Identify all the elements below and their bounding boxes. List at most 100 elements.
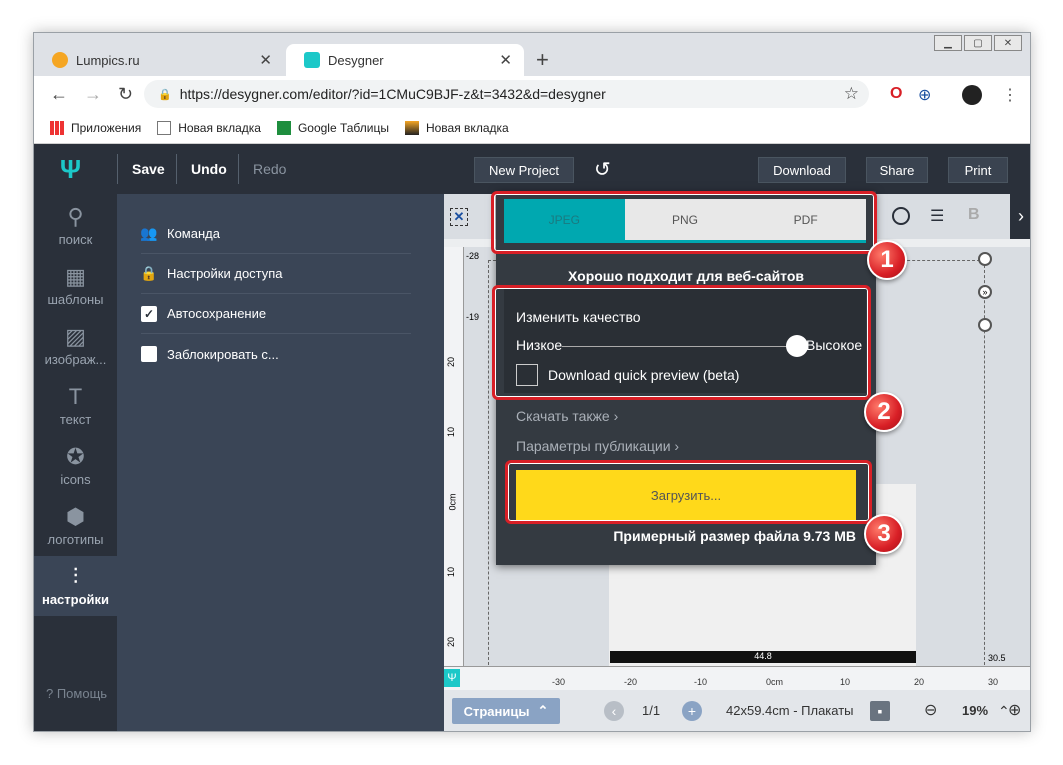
sidebar-item-text[interactable]: Tтекст — [34, 382, 117, 434]
zoom-level[interactable]: 19% — [962, 703, 988, 718]
save-button[interactable]: Save — [132, 144, 165, 194]
url-field[interactable]: 🔒 https://desygner.com/editor/?id=1CMuC9… — [144, 80, 869, 108]
new-project-button[interactable]: New Project — [474, 157, 574, 183]
ruler-label: -30 — [552, 677, 566, 687]
pages-label: Страницы — [463, 703, 530, 719]
sidebar-item-templates[interactable]: ▦ шаблоны — [34, 262, 117, 314]
bookmark-label: Новая вкладка — [425, 120, 509, 135]
reload-icon[interactable]: ↻ — [118, 84, 133, 105]
page-icon — [157, 120, 172, 135]
bookmark-star-icon[interactable]: ☆ — [844, 84, 859, 104]
image-icon — [404, 120, 419, 135]
ruler-label: 20 — [446, 356, 457, 368]
bookmark-label: Google Таблицы — [297, 120, 389, 135]
step-badge-2: 2 — [864, 392, 904, 432]
back-icon[interactable]: ← — [50, 84, 68, 105]
redo-button[interactable]: Redo — [253, 144, 286, 194]
pages-button[interactable]: Страницы ⌃ — [452, 698, 560, 724]
search-icon: ⚲ — [67, 204, 84, 229]
circle-shape-icon[interactable] — [892, 207, 910, 225]
forward-icon[interactable]: → — [84, 84, 102, 105]
download-also-link[interactable]: Скачать также › — [516, 408, 618, 424]
close-tab-icon[interactable]: ✕ — [499, 51, 512, 69]
help-link[interactable]: ? Помощь — [46, 686, 107, 701]
bold-icon[interactable]: B — [968, 206, 980, 224]
width-label: 44.8 — [754, 651, 772, 661]
checkbox-checked-icon: ✓ — [141, 305, 157, 322]
resize-icon[interactable]: ▪ — [870, 701, 890, 721]
ruler-label: 20 — [446, 636, 457, 648]
tab-lumpics[interactable]: Lumpics.ru ✕ — [34, 44, 284, 76]
menu-icon[interactable]: ⋮ — [1002, 85, 1018, 105]
sidebar-item-label: логотипы — [47, 532, 104, 547]
editor-topbar: Ψ Save Undo Redo New Project ↺ Download … — [34, 144, 1030, 194]
resize-handle[interactable] — [978, 252, 992, 266]
highlight-format — [491, 191, 877, 254]
brand-icon: Ψ — [444, 669, 460, 687]
undo-button[interactable]: Undo — [191, 144, 227, 194]
zoom-in-icon[interactable]: ⊕ — [1008, 700, 1021, 720]
lock-icon: 🔒 — [140, 265, 158, 281]
highlight-quality — [492, 285, 871, 400]
vpn-icon[interactable]: ⊕ — [918, 85, 931, 105]
sidebar-item-logos[interactable]: ⬢ логотипы — [34, 502, 117, 554]
sidebar-item-label: настройки — [41, 592, 110, 607]
align-icon[interactable]: ☰ — [930, 206, 944, 226]
ruler-label: 30.5 — [988, 653, 1006, 663]
print-button[interactable]: Print — [948, 157, 1008, 183]
ruler-label: 0cm — [766, 677, 784, 687]
bookmark-sheets[interactable]: Google Таблицы — [276, 120, 389, 135]
tab-desygner[interactable]: Desygner ✕ — [286, 44, 524, 76]
tab-label: Desygner — [328, 52, 384, 68]
sidebar-item-settings[interactable]: ⫶ настройки — [34, 556, 117, 616]
sidebar-item-label: icons — [60, 472, 91, 487]
chevron-right-icon[interactable]: › — [1010, 194, 1030, 239]
close-window-icon[interactable]: ✕ — [994, 35, 1022, 51]
bookmark-newtab-2[interactable]: Новая вкладка — [404, 120, 509, 135]
divider — [176, 154, 177, 184]
history-icon[interactable]: ↺ — [594, 144, 611, 194]
left-sidebar: ⚲ поиск ▦ шаблоны ▨ изображ... Tтекст ✪ icon… — [34, 194, 117, 731]
download-button[interactable]: Download — [758, 157, 846, 183]
image-icon: ▨ — [65, 324, 86, 349]
apps-icon — [50, 120, 64, 135]
address-bar-row: ← → ↻ 🔒 https://desygner.com/editor/?id=… — [34, 76, 1030, 112]
sidebar-item-icons[interactable]: ✪ icons — [34, 442, 117, 494]
settings-item-label: Автосохранение — [167, 306, 267, 321]
sidebar-item-images[interactable]: ▨ изображ... — [34, 322, 117, 374]
ruler-label: -10 — [694, 677, 708, 687]
share-button[interactable]: Share — [866, 157, 928, 183]
bookmark-label: Новая вкладка — [178, 120, 261, 135]
desygner-logo-icon[interactable]: Ψ — [60, 154, 81, 185]
new-tab-icon[interactable]: + — [536, 47, 549, 73]
add-page-icon[interactable]: + — [682, 701, 702, 721]
url-text: https://desygner.com/editor/?id=1CMuC9BJ… — [179, 86, 606, 102]
highlight-download — [505, 460, 872, 524]
deselect-icon[interactable]: ✕ — [450, 208, 468, 226]
settings-item-access[interactable]: 🔒 Настройки доступа — [140, 254, 411, 294]
lock-icon: 🔒 — [158, 88, 172, 101]
resize-handle[interactable] — [978, 318, 992, 332]
step-badge-3: 3 — [864, 514, 904, 554]
rotate-handle-icon[interactable]: » — [978, 285, 992, 299]
left-ruler: -28 -19 20 10 0cm 10 20 — [444, 247, 479, 690]
prev-page-icon[interactable]: ‹ — [604, 701, 624, 721]
settings-item-autosave[interactable]: ✓ Автосохранение — [141, 294, 411, 334]
ruler-label: 30 — [988, 677, 999, 687]
zoom-out-icon[interactable]: ⊖ — [924, 700, 937, 720]
profile-avatar[interactable] — [962, 85, 982, 105]
star-icon: ✪ — [66, 444, 85, 469]
maximize-icon[interactable]: ▢ — [964, 35, 992, 51]
settings-item-lock[interactable]: Заблокировать с... — [141, 334, 411, 374]
bookmark-newtab[interactable]: Новая вкладка — [157, 120, 261, 135]
settings-item-team[interactable]: 👥 Команда — [140, 214, 411, 254]
publish-options-link[interactable]: Параметры публикации › — [516, 438, 679, 454]
close-tab-icon[interactable]: ✕ — [259, 51, 272, 69]
minimize-icon[interactable]: ▁ — [934, 35, 962, 51]
team-icon: 👥 — [140, 225, 158, 241]
ruler-label: 20 — [914, 677, 925, 687]
opera-icon[interactable]: O — [890, 85, 902, 103]
page-count: 1/1 — [642, 703, 661, 718]
bookmark-apps[interactable]: Приложения — [50, 120, 141, 135]
sidebar-item-search[interactable]: ⚲ поиск — [34, 202, 117, 254]
